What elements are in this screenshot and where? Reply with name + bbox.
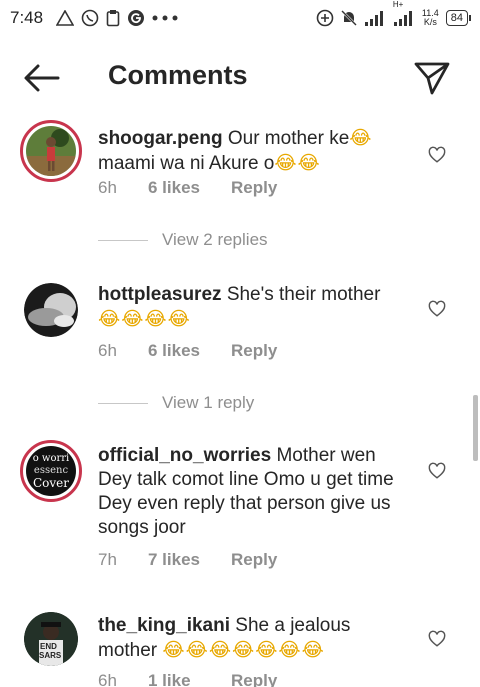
whatsapp-icon xyxy=(81,9,99,27)
reply-button[interactable]: Reply xyxy=(231,341,277,361)
warning-icon xyxy=(56,10,75,26)
status-left: 7:48 xyxy=(10,8,178,28)
comment-meta: 6h 6 likes Reply xyxy=(98,178,277,198)
clipboard-icon xyxy=(106,9,120,27)
mute-bell-icon xyxy=(341,9,357,27)
comment-body: hottpleasurez She's their mother 😂😂😂😂 xyxy=(98,283,408,332)
comment-likes[interactable]: 7 likes xyxy=(148,550,231,570)
comment-username[interactable]: hottpleasurez xyxy=(98,284,222,305)
avatar-image xyxy=(24,283,78,337)
view-replies-label: View 2 replies xyxy=(162,230,268,249)
avatar-caption: SARS xyxy=(39,651,62,660)
like-heart-icon[interactable] xyxy=(428,300,446,318)
comments-header: Comments xyxy=(0,44,480,112)
emoji: 😂😂😂😂 xyxy=(98,308,191,330)
comment-text: She's their mother xyxy=(226,284,381,305)
page-title: Comments xyxy=(108,60,248,90)
signal-h-plus-icon: H+ xyxy=(393,0,415,26)
status-time: 7:48 xyxy=(10,8,44,27)
comment-time: 6h xyxy=(98,178,117,197)
view-replies-button[interactable]: View 1 reply xyxy=(98,393,254,413)
avatar-image: END SARS xyxy=(24,612,78,666)
paper-plane-icon xyxy=(414,62,450,95)
back-button[interactable] xyxy=(22,62,62,94)
comment-text-continued: maami wa ni Akure o xyxy=(98,153,275,174)
status-right: H+ 11.4 K/s 84 xyxy=(316,0,472,27)
comment-likes[interactable]: 6 likes xyxy=(148,178,231,198)
comment-body: official_no_worries Mother wen Dey talk … xyxy=(98,444,398,540)
view-replies-button[interactable]: View 2 replies xyxy=(98,230,268,250)
back-arrow-icon xyxy=(24,64,60,92)
avatar-image xyxy=(26,126,76,176)
comment-time: 6h xyxy=(98,341,117,360)
comment-username[interactable]: the_king_ikani xyxy=(98,615,230,636)
avatar-caption: o worri xyxy=(32,453,70,464)
battery-indicator: 84 xyxy=(445,10,472,26)
avatar-image: o worri essenc Cover xyxy=(26,446,76,496)
avatar-caption: Cover xyxy=(32,476,70,490)
divider-line xyxy=(98,239,148,241)
avatar[interactable] xyxy=(20,120,82,182)
data-saver-icon xyxy=(316,9,334,27)
divider-line xyxy=(98,402,148,404)
signal-icon xyxy=(364,10,386,26)
comment-time: 7h xyxy=(98,550,117,569)
comment-body: shoogar.peng Our mother ke😂 maami wa ni … xyxy=(98,126,408,176)
status-bar: 7:48 H+ 11.4 K/s 84 xyxy=(0,0,480,36)
g-app-icon xyxy=(127,9,145,27)
net-speed-unit: K/s xyxy=(423,17,437,27)
comment-likes[interactable]: 1 like xyxy=(148,671,231,687)
comment-username[interactable]: official_no_worries xyxy=(98,445,271,466)
share-button[interactable] xyxy=(412,58,452,98)
avatar[interactable]: o worri essenc Cover xyxy=(20,440,82,502)
signal-label: H+ xyxy=(392,0,404,9)
reply-button[interactable]: Reply xyxy=(231,178,277,198)
avatar[interactable]: END SARS xyxy=(24,612,78,666)
reply-button[interactable]: Reply xyxy=(231,671,277,687)
net-speed: 11.4 K/s xyxy=(422,9,439,27)
like-heart-icon[interactable] xyxy=(428,462,446,480)
comment-likes[interactable]: 6 likes xyxy=(148,341,231,361)
comment-username[interactable]: shoogar.peng xyxy=(98,128,223,149)
avatar-caption: END xyxy=(40,642,57,651)
emoji: 😂😂 xyxy=(274,152,321,174)
like-heart-icon[interactable] xyxy=(428,146,446,164)
comment-meta: 6h 1 like Reply xyxy=(98,671,277,687)
emoji: 😂😂😂😂😂😂😂 xyxy=(162,639,325,661)
comments-list[interactable]: shoogar.peng Our mother ke😂 maami wa ni … xyxy=(0,112,480,687)
view-replies-label: View 1 reply xyxy=(162,393,255,412)
comment-meta: 6h 6 likes Reply xyxy=(98,341,277,361)
comment-meta: 7h 7 likes Reply xyxy=(98,550,277,570)
comment-body: the_king_ikani She a jealous mother 😂😂😂😂… xyxy=(98,614,408,663)
scrollbar[interactable] xyxy=(473,395,478,461)
emoji: 😂 xyxy=(349,127,373,149)
avatar[interactable] xyxy=(24,283,78,337)
like-heart-icon[interactable] xyxy=(428,630,446,648)
comment-time: 6h xyxy=(98,671,117,687)
more-dots-icon xyxy=(152,15,178,21)
reply-button[interactable]: Reply xyxy=(231,550,277,570)
comment-text: Our mother ke xyxy=(227,128,350,149)
